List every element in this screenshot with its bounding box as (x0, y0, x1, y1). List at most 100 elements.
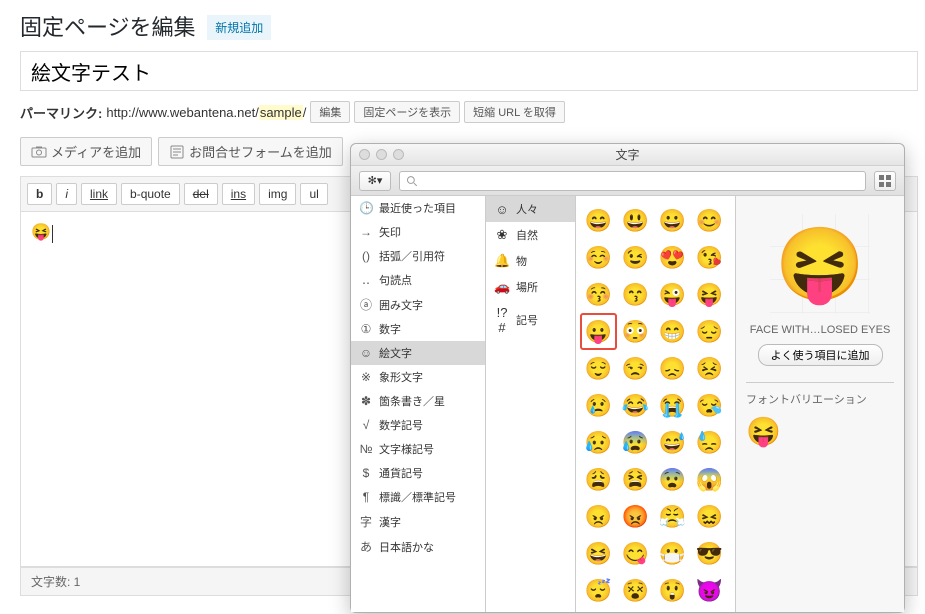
emoji-cell[interactable]: 😫 (617, 461, 654, 498)
subcategory-item[interactable]: !?#記号 (486, 300, 575, 340)
emoji-cell[interactable]: 😆 (580, 535, 617, 572)
form-icon (169, 144, 185, 160)
category-item[interactable]: ¶標識／標準記号 (351, 485, 485, 509)
emoji-cell[interactable]: 😞 (654, 350, 691, 387)
emoji-cell[interactable]: 😂 (617, 387, 654, 424)
category-item[interactable]: ✽箇条書き／星 (351, 389, 485, 413)
emoji-cell[interactable]: 😜 (654, 276, 691, 313)
emoji-cell[interactable]: 😙 (617, 276, 654, 313)
search-input[interactable] (418, 175, 859, 187)
emoji-cell[interactable]: 😨 (654, 461, 691, 498)
panel-titlebar[interactable]: 文字 (351, 144, 904, 166)
emoji-cell[interactable]: 😄 (580, 202, 617, 239)
emoji-cell[interactable]: 😈 (691, 572, 728, 609)
emoji-cell[interactable]: 😠 (580, 498, 617, 535)
emoji-cell[interactable]: 😱 (691, 461, 728, 498)
category-item[interactable]: √数学記号 (351, 413, 485, 437)
subcategory-item[interactable]: 🔔物 (486, 248, 575, 274)
category-item[interactable]: №文字様記号 (351, 437, 485, 461)
emoji-cell[interactable]: 😳 (617, 313, 654, 350)
img-button[interactable]: img (259, 183, 296, 205)
search-field[interactable] (399, 171, 866, 191)
emoji-cell[interactable]: 😘 (691, 239, 728, 276)
category-item[interactable]: ()括弧／引用符 (351, 244, 485, 268)
category-item[interactable]: ‥句読点 (351, 268, 485, 292)
category-item[interactable]: ①数字 (351, 317, 485, 341)
zoom-icon[interactable] (393, 149, 404, 160)
variation-emoji[interactable]: 😝 (746, 415, 781, 448)
subcategory-label: 人々 (516, 201, 538, 217)
minimize-icon[interactable] (376, 149, 387, 160)
emoji-cell[interactable]: 😪 (691, 387, 728, 424)
emoji-grid: 😄😃😀😊 ☺️😉😍😘 😚😙😜😝 😛😳😁😔 😌😒😞😣 😢😂😭😪 😥😰😅😓 😩😫😨😱 😠😡😤😖 😆😋😷… (576, 196, 736, 612)
emoji-cell[interactable]: 😷 (654, 535, 691, 572)
emoji-cell[interactable]: 😥 (580, 424, 617, 461)
subcategory-item[interactable]: ☺人々 (486, 196, 575, 222)
del-button[interactable]: del (184, 183, 218, 205)
short-url-button[interactable]: 短縮 URL を取得 (464, 101, 565, 123)
editor-content: 😝 (31, 224, 51, 241)
grid-toggle-button[interactable] (874, 171, 896, 191)
emoji-cell[interactable]: 😣 (691, 350, 728, 387)
category-item[interactable]: あ日本語かな (351, 534, 485, 559)
emoji-cell[interactable]: 😎 (691, 535, 728, 572)
post-title-input[interactable] (20, 51, 918, 91)
gear-menu-button[interactable]: ✻▾ (359, 171, 391, 191)
emoji-cell[interactable]: 😋 (617, 535, 654, 572)
link-button[interactable]: link (81, 183, 117, 205)
category-item[interactable]: ☺絵文字 (351, 341, 485, 365)
emoji-cell[interactable]: 😢 (580, 387, 617, 424)
emoji-cell[interactable]: 😁 (654, 313, 691, 350)
emoji-cell[interactable]: 😵 (617, 572, 654, 609)
emoji-cell[interactable]: 😊 (691, 202, 728, 239)
category-item[interactable]: →矢印 (351, 220, 485, 244)
emoji-cell[interactable]: 😃 (617, 202, 654, 239)
emoji-cell[interactable]: 😤 (654, 498, 691, 535)
category-item[interactable]: ⓐ囲み文字 (351, 292, 485, 317)
emoji-cell[interactable]: 😴 (580, 572, 617, 609)
emoji-cell[interactable]: 😓 (691, 424, 728, 461)
subcategory-item[interactable]: ❀自然 (486, 222, 575, 248)
view-page-button[interactable]: 固定ページを表示 (354, 101, 460, 123)
add-new-button[interactable]: 新規追加 (207, 15, 271, 40)
emoji-cell[interactable]: ☺️ (580, 239, 617, 276)
emoji-cell[interactable]: 😲 (654, 572, 691, 609)
edit-permalink-button[interactable]: 編集 (310, 101, 350, 123)
category-label: 標識／標準記号 (379, 489, 456, 505)
category-item[interactable]: ※象形文字 (351, 365, 485, 389)
bold-button[interactable]: b (27, 183, 52, 205)
ul-button[interactable]: ul (300, 183, 327, 205)
add-contact-form-button[interactable]: お問合せフォームを追加 (158, 137, 343, 166)
italic-button[interactable]: i (56, 183, 77, 205)
add-favorite-button[interactable]: よく使う項目に追加 (758, 344, 883, 366)
subcategory-item[interactable]: 🚗場所 (486, 274, 575, 300)
subcategory-icon: !?# (494, 305, 510, 335)
category-icon: → (359, 225, 373, 239)
emoji-cell[interactable]: 😉 (617, 239, 654, 276)
emoji-cell[interactable]: 😚 (580, 276, 617, 313)
category-label: 囲み文字 (379, 297, 423, 313)
category-item[interactable]: 🕒最近使った項目 (351, 196, 485, 220)
emoji-cell[interactable]: 😰 (617, 424, 654, 461)
emoji-cell[interactable]: 😭 (654, 387, 691, 424)
add-media-button[interactable]: メディアを追加 (20, 137, 152, 166)
emoji-cell[interactable]: 😔 (691, 313, 728, 350)
emoji-cell[interactable]: 😩 (580, 461, 617, 498)
subcategory-sidebar: ☺人々❀自然🔔物🚗場所!?#記号 (486, 196, 576, 612)
emoji-cell[interactable]: 😀 (654, 202, 691, 239)
emoji-cell[interactable]: 😝 (691, 276, 728, 313)
subcategory-icon: 🔔 (494, 253, 510, 269)
category-item[interactable]: 字漢字 (351, 509, 485, 534)
emoji-cell[interactable]: 😖 (691, 498, 728, 535)
close-icon[interactable] (359, 149, 370, 160)
emoji-cell[interactable]: 😌 (580, 350, 617, 387)
ins-button[interactable]: ins (222, 183, 255, 205)
category-item[interactable]: $通貨記号 (351, 461, 485, 485)
emoji-cell[interactable]: 😍 (654, 239, 691, 276)
emoji-cell[interactable]: 😡 (617, 498, 654, 535)
panel-title: 文字 (615, 146, 639, 163)
emoji-cell[interactable]: 😅 (654, 424, 691, 461)
emoji-cell[interactable]: 😛 (580, 313, 617, 350)
blockquote-button[interactable]: b-quote (121, 183, 180, 205)
emoji-cell[interactable]: 😒 (617, 350, 654, 387)
